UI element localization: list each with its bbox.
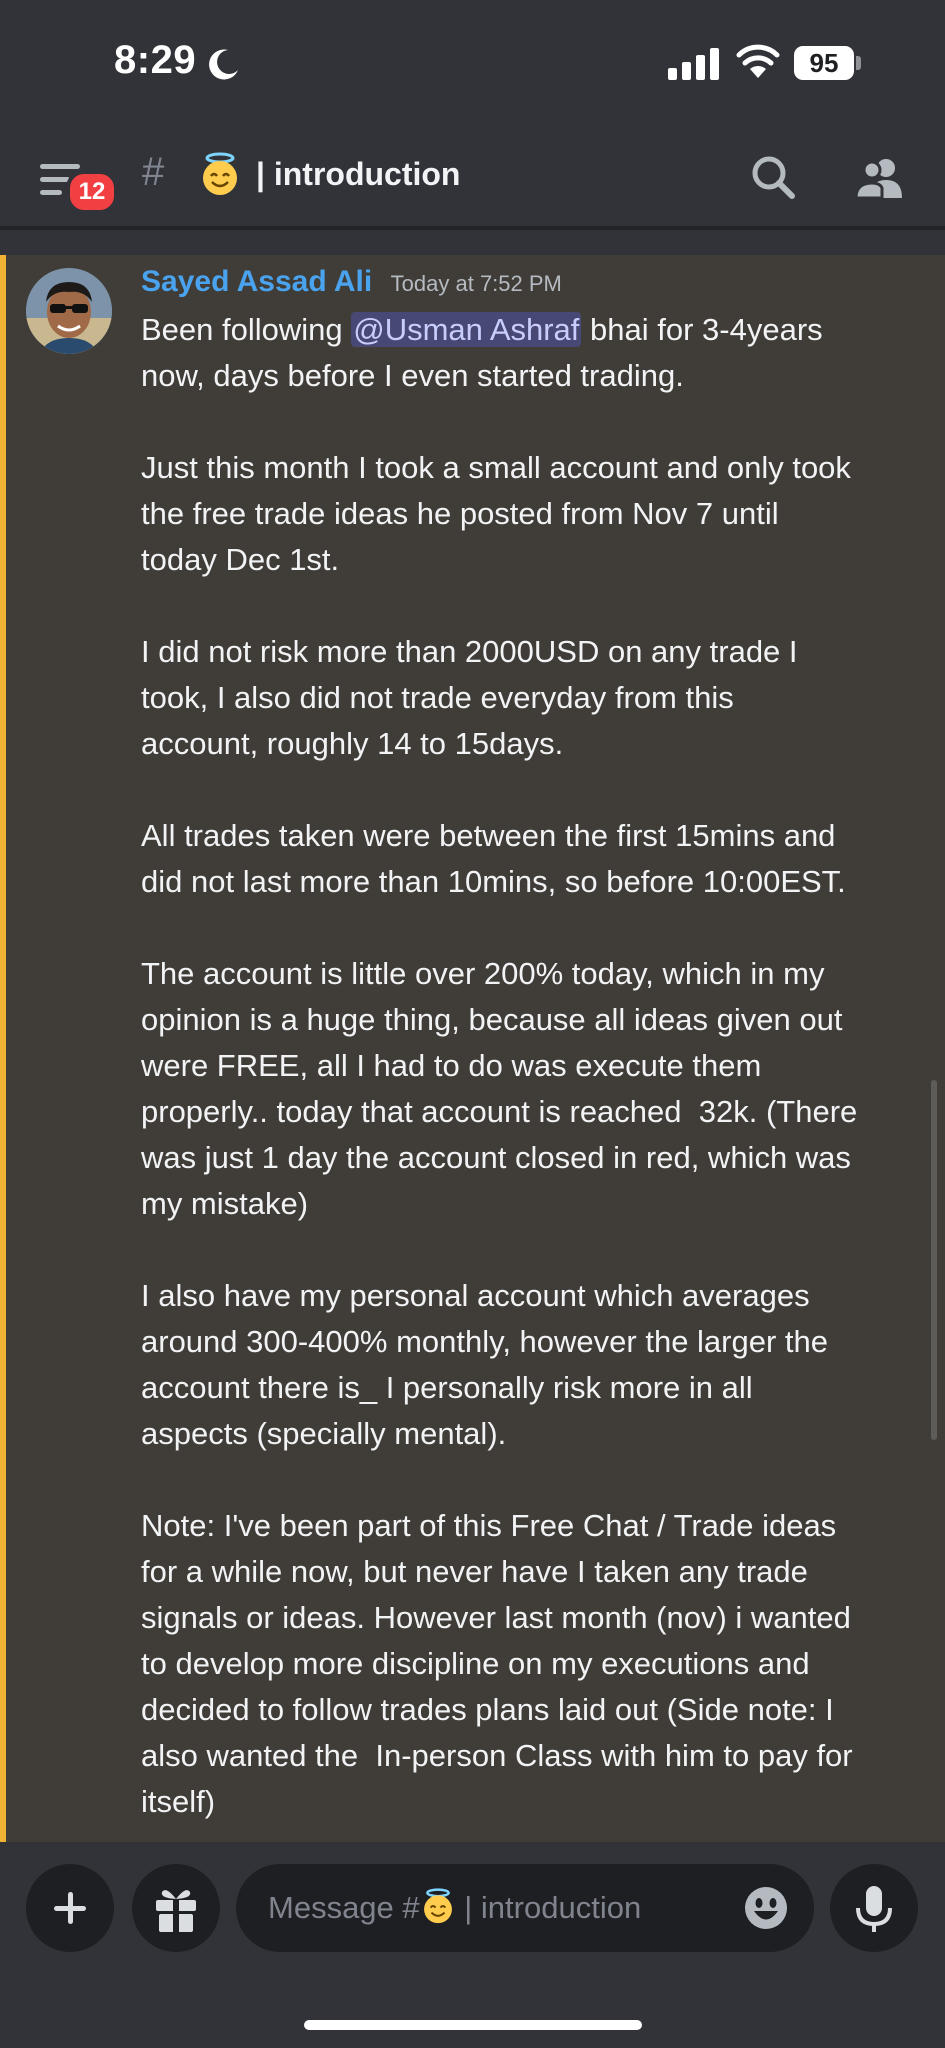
search-icon[interactable] — [750, 154, 796, 200]
hash-icon: # — [142, 150, 165, 194]
members-icon[interactable] — [854, 156, 904, 200]
message-list[interactable]: Sayed Assad Ali Today at 7:52 PM Been fo… — [0, 255, 945, 1842]
battery-nub — [856, 56, 861, 70]
signal-icon — [668, 48, 719, 80]
avatar[interactable] — [26, 268, 112, 354]
gift-icon — [156, 1890, 196, 1932]
microphone-icon — [856, 1886, 892, 1932]
message-input[interactable]: Message # | introduction — [236, 1864, 814, 1952]
message-content: Been following @Usman Ashraf bhai for 3-… — [141, 307, 923, 1825]
mention-highlight-bar — [0, 255, 6, 1842]
add-attachment-button[interactable] — [26, 1864, 114, 1952]
notification-badge: 12 — [66, 170, 118, 214]
message-placeholder: Message # | introduction — [268, 1888, 641, 1926]
header-divider — [0, 226, 945, 230]
avatar-image — [26, 268, 112, 354]
user-mention[interactable]: @Usman Ashraf — [351, 312, 582, 347]
message-timestamp: Today at 7:52 PM — [390, 271, 562, 296]
voice-message-button[interactable] — [830, 1864, 918, 1952]
wifi-icon — [736, 44, 780, 78]
message-text-prefix: Been following — [141, 312, 352, 347]
scrollbar[interactable] — [931, 1080, 937, 1440]
status-bar: 8:29 95 — [0, 0, 945, 130]
message-header: Sayed Assad Ali Today at 7:52 PM — [141, 265, 562, 299]
status-time: 8:29 — [114, 38, 197, 82]
moon-icon — [209, 49, 238, 80]
channel-name: | introduction — [256, 156, 461, 192]
gift-button[interactable] — [132, 1864, 220, 1952]
message-composer: Message # | introduction — [0, 1842, 945, 2048]
placeholder-suffix: | introduction — [455, 1890, 642, 1925]
message-text: bhai for 3-4years now, days before I eve… — [141, 312, 858, 1819]
emoji-icon[interactable] — [744, 1886, 788, 1930]
battery-icon: 95 — [794, 46, 854, 80]
author-name[interactable]: Sayed Assad Ali — [141, 265, 372, 298]
plus-icon — [54, 1892, 86, 1924]
angel-emoji-icon — [423, 1888, 452, 1924]
channel-header: 12 # | introduction — [0, 130, 945, 226]
placeholder-prefix: Message # — [268, 1890, 420, 1925]
angel-emoji-icon — [203, 152, 237, 195]
home-indicator — [304, 2020, 642, 2030]
